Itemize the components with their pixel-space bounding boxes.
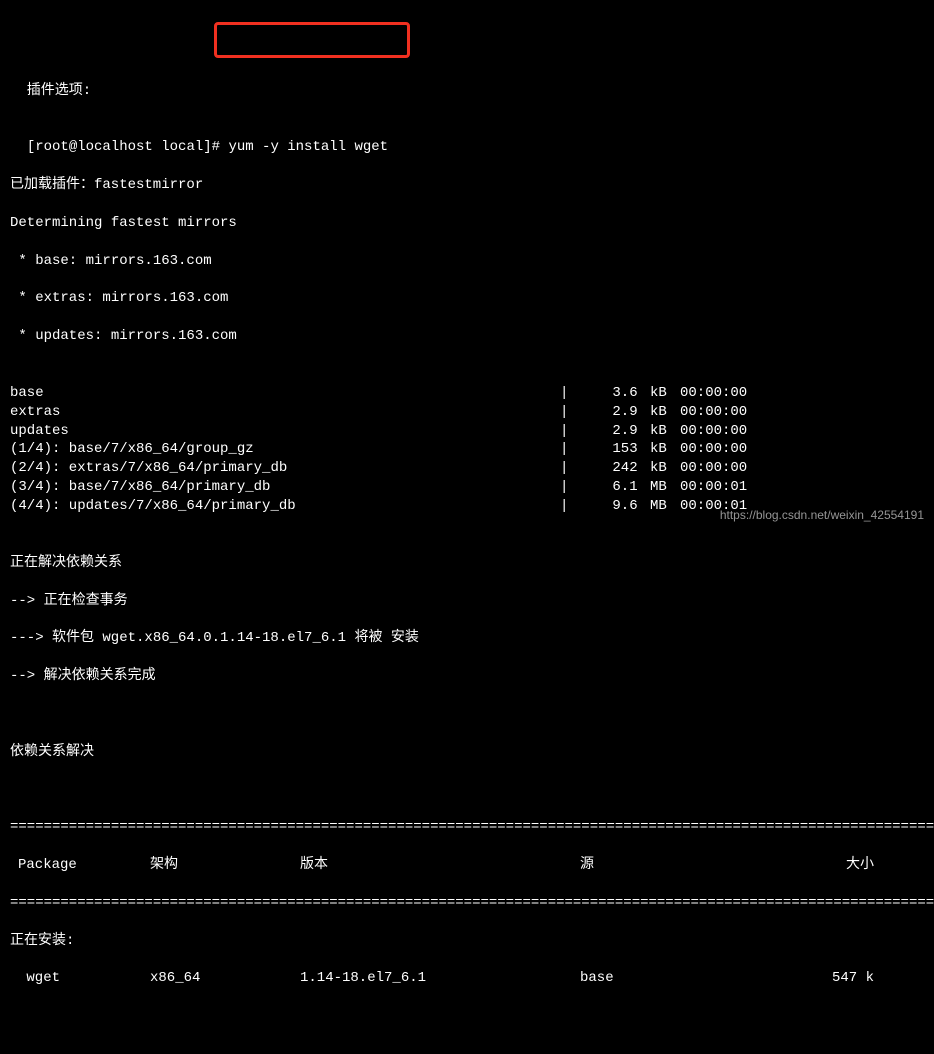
repo-time: 00:00:00 xyxy=(680,403,770,422)
repo-name: base xyxy=(10,384,560,403)
repo-separator: | xyxy=(560,478,580,497)
installing-label: 正在安装: xyxy=(10,932,924,951)
repo-progress-row: (1/4): base/7/x86_64/group_gz| 153 kB 00… xyxy=(10,440,924,459)
resolving-deps: 正在解决依赖关系 xyxy=(10,554,924,573)
repo-name: (2/4): extras/7/x86_64/primary_db xyxy=(10,459,560,478)
repo-size: 153 xyxy=(580,440,650,459)
pkg-size: 547 k xyxy=(810,969,890,988)
repo-unit: kB xyxy=(650,459,680,478)
mirror-base: * base: mirrors.163.com xyxy=(10,252,924,271)
repo-separator: | xyxy=(560,384,580,403)
checking-transaction: --> 正在检查事务 xyxy=(10,592,924,611)
package-row-wget: wget x86_64 1.14-18.el7_6.1 base 547 k xyxy=(10,969,924,988)
pkg-version: 1.14-18.el7_6.1 xyxy=(300,969,580,988)
header-package: Package xyxy=(10,856,150,875)
repo-separator: | xyxy=(560,422,580,441)
pkg-arch: x86_64 xyxy=(150,969,300,988)
repo-time: 00:00:00 xyxy=(680,384,770,403)
repo-time: 00:00:00 xyxy=(680,422,770,441)
shell-prompt-line[interactable]: [root@localhost local]# yum -y install w… xyxy=(10,119,924,157)
shell-command: yum -y install wget xyxy=(220,139,388,155)
repo-progress-row: (3/4): base/7/x86_64/primary_db| 6.1 MB … xyxy=(10,478,924,497)
repo-unit: kB xyxy=(650,440,680,459)
package-install-line: ---> 软件包 wget.x86_64.0.1.14-18.el7_6.1 将… xyxy=(10,629,924,648)
repo-unit: kB xyxy=(650,403,680,422)
pkg-name: wget xyxy=(10,969,150,988)
repo-name: (4/4): updates/7/x86_64/primary_db xyxy=(10,497,560,516)
repo-time: 00:00:00 xyxy=(680,440,770,459)
repo-unit: kB xyxy=(650,384,680,403)
shell-prompt: [root@localhost local]# xyxy=(27,139,220,155)
repo-name: updates xyxy=(10,422,560,441)
repo-size: 3.6 xyxy=(580,384,650,403)
loaded-plugins-line: 已加载插件：fastestmirror xyxy=(10,176,924,195)
repo-unit: kB xyxy=(650,422,680,441)
deps-resolved: --> 解决依赖关系完成 xyxy=(10,667,924,686)
repo-unit: MB xyxy=(650,497,680,516)
header-size: 大小 xyxy=(810,856,890,875)
repo-unit: MB xyxy=(650,478,680,497)
repo-name: extras xyxy=(10,403,560,422)
repo-progress-row: (2/4): extras/7/x86_64/primary_db| 242 k… xyxy=(10,459,924,478)
plugin-options-label: 插件选项: xyxy=(10,82,924,101)
table-divider-mid: ========================================… xyxy=(10,894,924,913)
repo-size: 242 xyxy=(580,459,650,478)
repo-progress-row: extras| 2.9 kB 00:00:00 xyxy=(10,403,924,422)
repo-name: (1/4): base/7/x86_64/group_gz xyxy=(10,440,560,459)
repo-separator: | xyxy=(560,497,580,516)
repo-progress-row: base| 3.6 kB 00:00:00 xyxy=(10,384,924,403)
repo-size: 6.1 xyxy=(580,478,650,497)
mirror-extras: * extras: mirrors.163.com xyxy=(10,289,924,308)
pkg-repo: base xyxy=(580,969,810,988)
repo-separator: | xyxy=(560,459,580,478)
repo-time: 00:00:01 xyxy=(680,478,770,497)
repo-size: 2.9 xyxy=(580,403,650,422)
watermark-text: https://blog.csdn.net/weixin_42554191 xyxy=(720,507,924,523)
repo-size: 2.9 xyxy=(580,422,650,441)
header-version: 版本 xyxy=(300,856,580,875)
repo-size: 9.6 xyxy=(580,497,650,516)
dependencies-resolved-label: 依赖关系解决 xyxy=(10,743,924,762)
header-arch: 架构 xyxy=(150,856,300,875)
header-repo: 源 xyxy=(580,856,810,875)
mirror-updates: * updates: mirrors.163.com xyxy=(10,327,924,346)
repo-progress-row: updates| 2.9 kB 00:00:00 xyxy=(10,422,924,441)
repo-name: (3/4): base/7/x86_64/primary_db xyxy=(10,478,560,497)
determining-mirrors-line: Determining fastest mirrors xyxy=(10,214,924,233)
package-table-header: Package 架构 版本 源 大小 xyxy=(10,856,924,875)
repo-time: 00:00:00 xyxy=(680,459,770,478)
repo-separator: | xyxy=(560,440,580,459)
repo-separator: | xyxy=(560,403,580,422)
command-highlight-box xyxy=(214,22,410,58)
table-divider-top: ========================================… xyxy=(10,818,924,837)
